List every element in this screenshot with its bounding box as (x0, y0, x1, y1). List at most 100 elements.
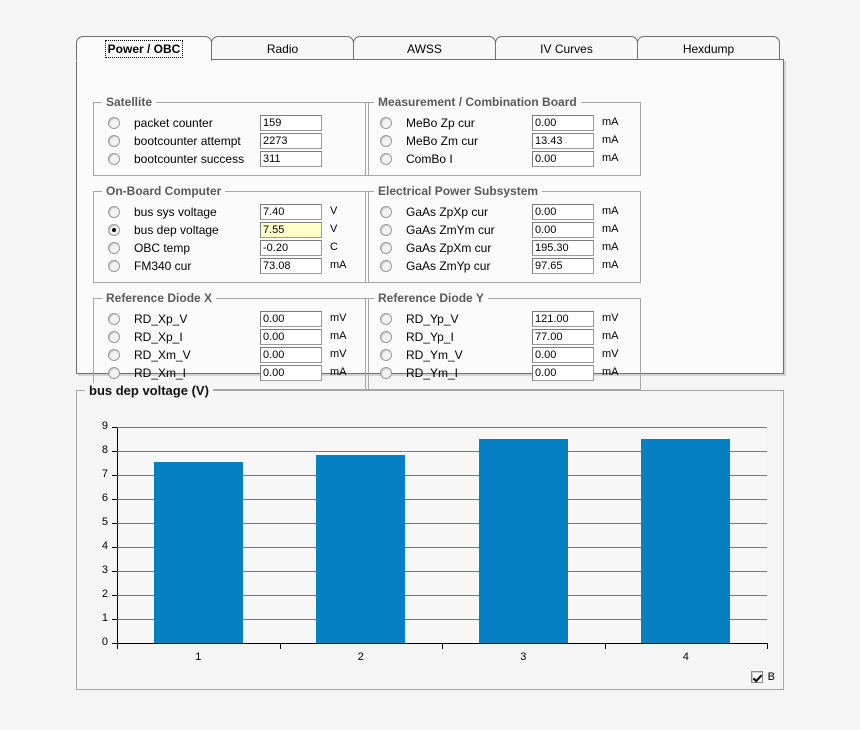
unit-bus-dep-voltage: V (330, 223, 338, 235)
group-measurement-combination-board-title: Measurement / Combination Board (374, 95, 581, 109)
x-tick (767, 643, 768, 649)
x-tick-label: 1 (195, 651, 202, 663)
tab-power-obc[interactable]: Power / OBC (76, 36, 212, 61)
field-bus-dep-voltage[interactable]: 7.55 (260, 222, 322, 238)
row-combo-i[interactable]: ComBo I (380, 151, 453, 167)
radio-gaas-zmym-cur[interactable] (380, 224, 392, 236)
field-bootcounter-attempt[interactable]: 2273 (260, 133, 322, 149)
tab-strip: Power / OBC Radio AWSS IV Curves Hexdump (76, 36, 784, 61)
legend-series-toggle[interactable]: B (750, 671, 775, 683)
row-fm340-cur[interactable]: FM340 cur (108, 258, 191, 274)
radio-obc-temp[interactable] (108, 242, 120, 254)
x-tick (442, 643, 443, 649)
row-bootcounter-attempt[interactable]: bootcounter attempt (108, 133, 241, 149)
radio-rd-yp-v[interactable] (380, 313, 392, 325)
radio-rd-xm-i[interactable] (108, 367, 120, 379)
row-bootcounter-success[interactable]: bootcounter success (108, 151, 244, 167)
field-rd-yp-v[interactable]: 121.00 (532, 311, 594, 327)
unit-rd-xm-v: mV (330, 348, 347, 360)
field-gaas-zpxm-cur[interactable]: 195.30 (532, 240, 594, 256)
radio-gaas-zmyp-cur[interactable] (380, 260, 392, 272)
tab-iv-curves[interactable]: IV Curves (495, 36, 638, 60)
y-tick (112, 547, 117, 548)
radio-combo-i[interactable] (380, 153, 392, 165)
radio-gaas-zpxp-cur[interactable] (380, 206, 392, 218)
y-tick (112, 619, 117, 620)
radio-bootcounter-success[interactable] (108, 153, 120, 165)
legend-checkbox[interactable] (750, 671, 763, 683)
tab-radio[interactable]: Radio (211, 36, 354, 60)
row-rd-yp-v[interactable]: RD_Yp_V (380, 311, 458, 327)
chart-panel: bus dep voltage (V) 0 1 2 3 4 5 6 7 8 9 1 2 3 4 B (76, 383, 784, 690)
y-tick-label: 6 (101, 492, 108, 504)
field-gaas-zpxp-cur[interactable]: 0.00 (532, 204, 594, 220)
radio-rd-ym-i[interactable] (380, 367, 392, 379)
radio-gaas-zpxm-cur[interactable] (380, 242, 392, 254)
y-tick-label: 3 (101, 564, 108, 576)
radio-rd-yp-i[interactable] (380, 331, 392, 343)
radio-rd-xm-v[interactable] (108, 349, 120, 361)
radio-rd-ym-v[interactable] (380, 349, 392, 361)
radio-rd-xp-i[interactable] (108, 331, 120, 343)
field-gaas-zmyp-cur[interactable]: 97.65 (532, 258, 594, 274)
label-fm340-cur: FM340 cur (134, 259, 192, 273)
y-tick (112, 571, 117, 572)
field-mebo-zp-cur[interactable]: 0.00 (532, 115, 594, 131)
field-rd-xm-i[interactable]: 0.00 (260, 365, 322, 381)
radio-fm340-cur[interactable] (108, 260, 120, 272)
radio-rd-xp-v[interactable] (108, 313, 120, 325)
field-rd-ym-v[interactable]: 0.00 (532, 347, 594, 363)
unit-gaas-zpxp-cur: mA (602, 205, 619, 217)
field-rd-ym-i[interactable]: 0.00 (532, 365, 594, 381)
row-gaas-zpxp-cur[interactable]: GaAs ZpXp cur (380, 204, 488, 220)
field-rd-xm-v[interactable]: 0.00 (260, 347, 322, 363)
radio-mebo-zp-cur[interactable] (380, 117, 392, 129)
field-gaas-zmym-cur[interactable]: 0.00 (532, 222, 594, 238)
row-gaas-zmym-cur[interactable]: GaAs ZmYm cur (380, 222, 495, 238)
unit-rd-ym-v: mV (602, 348, 619, 360)
row-packet-counter[interactable]: packet counter (108, 115, 213, 131)
label-obc-temp: OBC temp (134, 241, 191, 255)
field-mebo-zm-cur[interactable]: 13.43 (532, 133, 594, 149)
radio-bus-dep-voltage[interactable] (108, 224, 120, 236)
radio-bootcounter-attempt[interactable] (108, 135, 120, 147)
y-tick (112, 451, 117, 452)
tab-hexdump[interactable]: Hexdump (637, 36, 780, 60)
row-rd-xp-i[interactable]: RD_Xp_I (108, 329, 183, 345)
row-rd-yp-i[interactable]: RD_Yp_I (380, 329, 454, 345)
field-packet-counter[interactable]: 159 (260, 115, 322, 131)
field-bootcounter-success[interactable]: 311 (260, 151, 322, 167)
row-rd-ym-i[interactable]: RD_Ym_I (380, 365, 458, 381)
row-mebo-zm-cur[interactable]: MeBo Zm cur (380, 133, 478, 149)
tab-hexdump-label: Hexdump (682, 41, 735, 56)
field-rd-yp-i[interactable]: 77.00 (532, 329, 594, 345)
row-rd-xp-v[interactable]: RD_Xp_V (108, 311, 187, 327)
field-fm340-cur[interactable]: 73.08 (260, 258, 322, 274)
field-obc-temp[interactable]: -0.20 (260, 240, 322, 256)
y-tick-label: 0 (101, 636, 108, 648)
field-rd-xp-v[interactable]: 0.00 (260, 311, 322, 327)
row-gaas-zmyp-cur[interactable]: GaAs ZmYp cur (380, 258, 490, 274)
tab-awss[interactable]: AWSS (353, 36, 496, 60)
unit-rd-ym-i: mA (602, 366, 619, 378)
radio-mebo-zm-cur[interactable] (380, 135, 392, 147)
row-rd-ym-v[interactable]: RD_Ym_V (380, 347, 463, 363)
unit-mebo-zp-cur: mA (602, 116, 619, 128)
field-bus-sys-voltage[interactable]: 7.40 (260, 204, 322, 220)
unit-rd-xm-i: mA (330, 366, 347, 378)
x-tick (117, 643, 118, 649)
row-mebo-zp-cur[interactable]: MeBo Zp cur (380, 115, 475, 131)
label-rd-ym-v: RD_Ym_V (406, 348, 463, 362)
row-obc-temp[interactable]: OBC temp (108, 240, 190, 256)
field-combo-i[interactable]: 0.00 (532, 151, 594, 167)
row-bus-dep-voltage[interactable]: bus dep voltage (108, 222, 219, 238)
radio-packet-counter[interactable] (108, 117, 120, 129)
row-gaas-zpxm-cur[interactable]: GaAs ZpXm cur (380, 240, 491, 256)
row-rd-xm-v[interactable]: RD_Xm_V (108, 347, 191, 363)
row-rd-xm-i[interactable]: RD_Xm_I (108, 365, 186, 381)
y-tick-label: 9 (101, 420, 108, 432)
group-on-board-computer-title: On-Board Computer (102, 184, 226, 198)
row-bus-sys-voltage[interactable]: bus sys voltage (108, 204, 217, 220)
radio-bus-sys-voltage[interactable] (108, 206, 120, 218)
field-rd-xp-i[interactable]: 0.00 (260, 329, 322, 345)
